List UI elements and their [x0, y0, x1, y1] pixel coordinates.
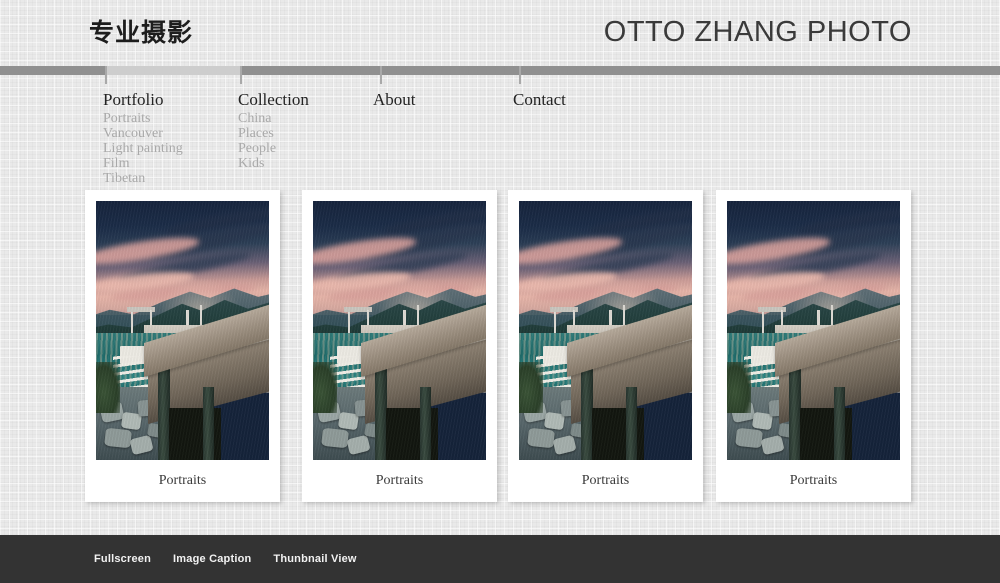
- photo-layer: [519, 361, 544, 414]
- photo-layer: [526, 427, 555, 449]
- photo-layer: [320, 427, 349, 449]
- nav-subitem-film[interactable]: Film: [103, 156, 183, 171]
- nav-subitem-tibetan[interactable]: Tibetan: [103, 171, 183, 186]
- footer-link-thunbnail-view[interactable]: Thunbnail View: [273, 553, 356, 565]
- nav-item-about[interactable]: About: [373, 90, 416, 110]
- nav-item-collection[interactable]: Collection: [238, 90, 309, 110]
- nav-subitem-places[interactable]: Places: [238, 126, 309, 141]
- nav-subitem-portraits[interactable]: Portraits: [103, 111, 183, 126]
- photo-caption: Portraits: [789, 473, 838, 488]
- photo-layer: [96, 361, 121, 414]
- nav-column-about: About: [373, 90, 416, 111]
- nav-item-contact[interactable]: Contact: [513, 90, 566, 110]
- footer-link-image-caption[interactable]: Image Caption: [173, 553, 251, 565]
- photo-card[interactable]: Portraits: [85, 190, 280, 502]
- nav-column-collection: Collection China Places People Kids: [238, 90, 309, 171]
- nav-subitem-kids[interactable]: Kids: [238, 156, 309, 171]
- photo-gallery: Portraits Portraits Portraits Portraits: [85, 190, 920, 510]
- nav-active-indicator: [105, 66, 241, 75]
- photo-caption: Portraits: [158, 473, 207, 488]
- photo-layer: [103, 427, 132, 449]
- site-footer: Fullscreen Image Caption Thunbnail View: [0, 535, 1000, 583]
- nav-tick-collection: [240, 66, 242, 84]
- photo-layer: [727, 361, 752, 414]
- site-header: 专业摄影 OTTO ZHANG PHOTO: [0, 0, 1000, 66]
- nav-subitem-light-painting[interactable]: Light painting: [103, 141, 183, 156]
- nav-subitem-vancouver[interactable]: Vancouver: [103, 126, 183, 141]
- photo-card[interactable]: Portraits: [302, 190, 497, 502]
- photo-caption: Portraits: [375, 473, 424, 488]
- nav-tick-portfolio: [105, 66, 107, 84]
- photo-layer: [420, 387, 431, 460]
- photo-layer: [734, 427, 763, 449]
- photo-card[interactable]: Portraits: [716, 190, 911, 502]
- nav-column-portfolio: Portfolio Portraits Vancouver Light paintin…: [103, 90, 183, 186]
- photo-thumbnail[interactable]: [313, 201, 486, 460]
- nav-item-portfolio[interactable]: Portfolio: [103, 90, 183, 110]
- footer-toolbar: Fullscreen Image Caption Thunbnail View: [94, 535, 357, 583]
- nav-subitem-china[interactable]: China: [238, 111, 309, 126]
- nav-divider-bar: [0, 66, 1000, 75]
- nav-tick-about: [380, 66, 382, 84]
- photo-thumbnail[interactable]: [727, 201, 900, 460]
- photo-layer: [203, 387, 214, 460]
- footer-link-fullscreen[interactable]: Fullscreen: [94, 553, 151, 565]
- brand-logo-chinese[interactable]: 专业摄影: [89, 20, 193, 45]
- brand-logo-english[interactable]: OTTO ZHANG PHOTO: [604, 18, 912, 47]
- photo-thumbnail[interactable]: [519, 201, 692, 460]
- photo-caption: Portraits: [581, 473, 630, 488]
- photo-layer: [834, 387, 845, 460]
- photo-layer: [313, 361, 338, 414]
- photo-layer: [626, 387, 637, 460]
- photo-thumbnail[interactable]: [96, 201, 269, 460]
- main-navigation: Portfolio Portraits Vancouver Light paintin…: [0, 90, 1000, 190]
- nav-tick-contact: [519, 66, 521, 84]
- photo-card[interactable]: Portraits: [508, 190, 703, 502]
- nav-subitem-people[interactable]: People: [238, 141, 309, 156]
- nav-column-contact: Contact: [513, 90, 566, 111]
